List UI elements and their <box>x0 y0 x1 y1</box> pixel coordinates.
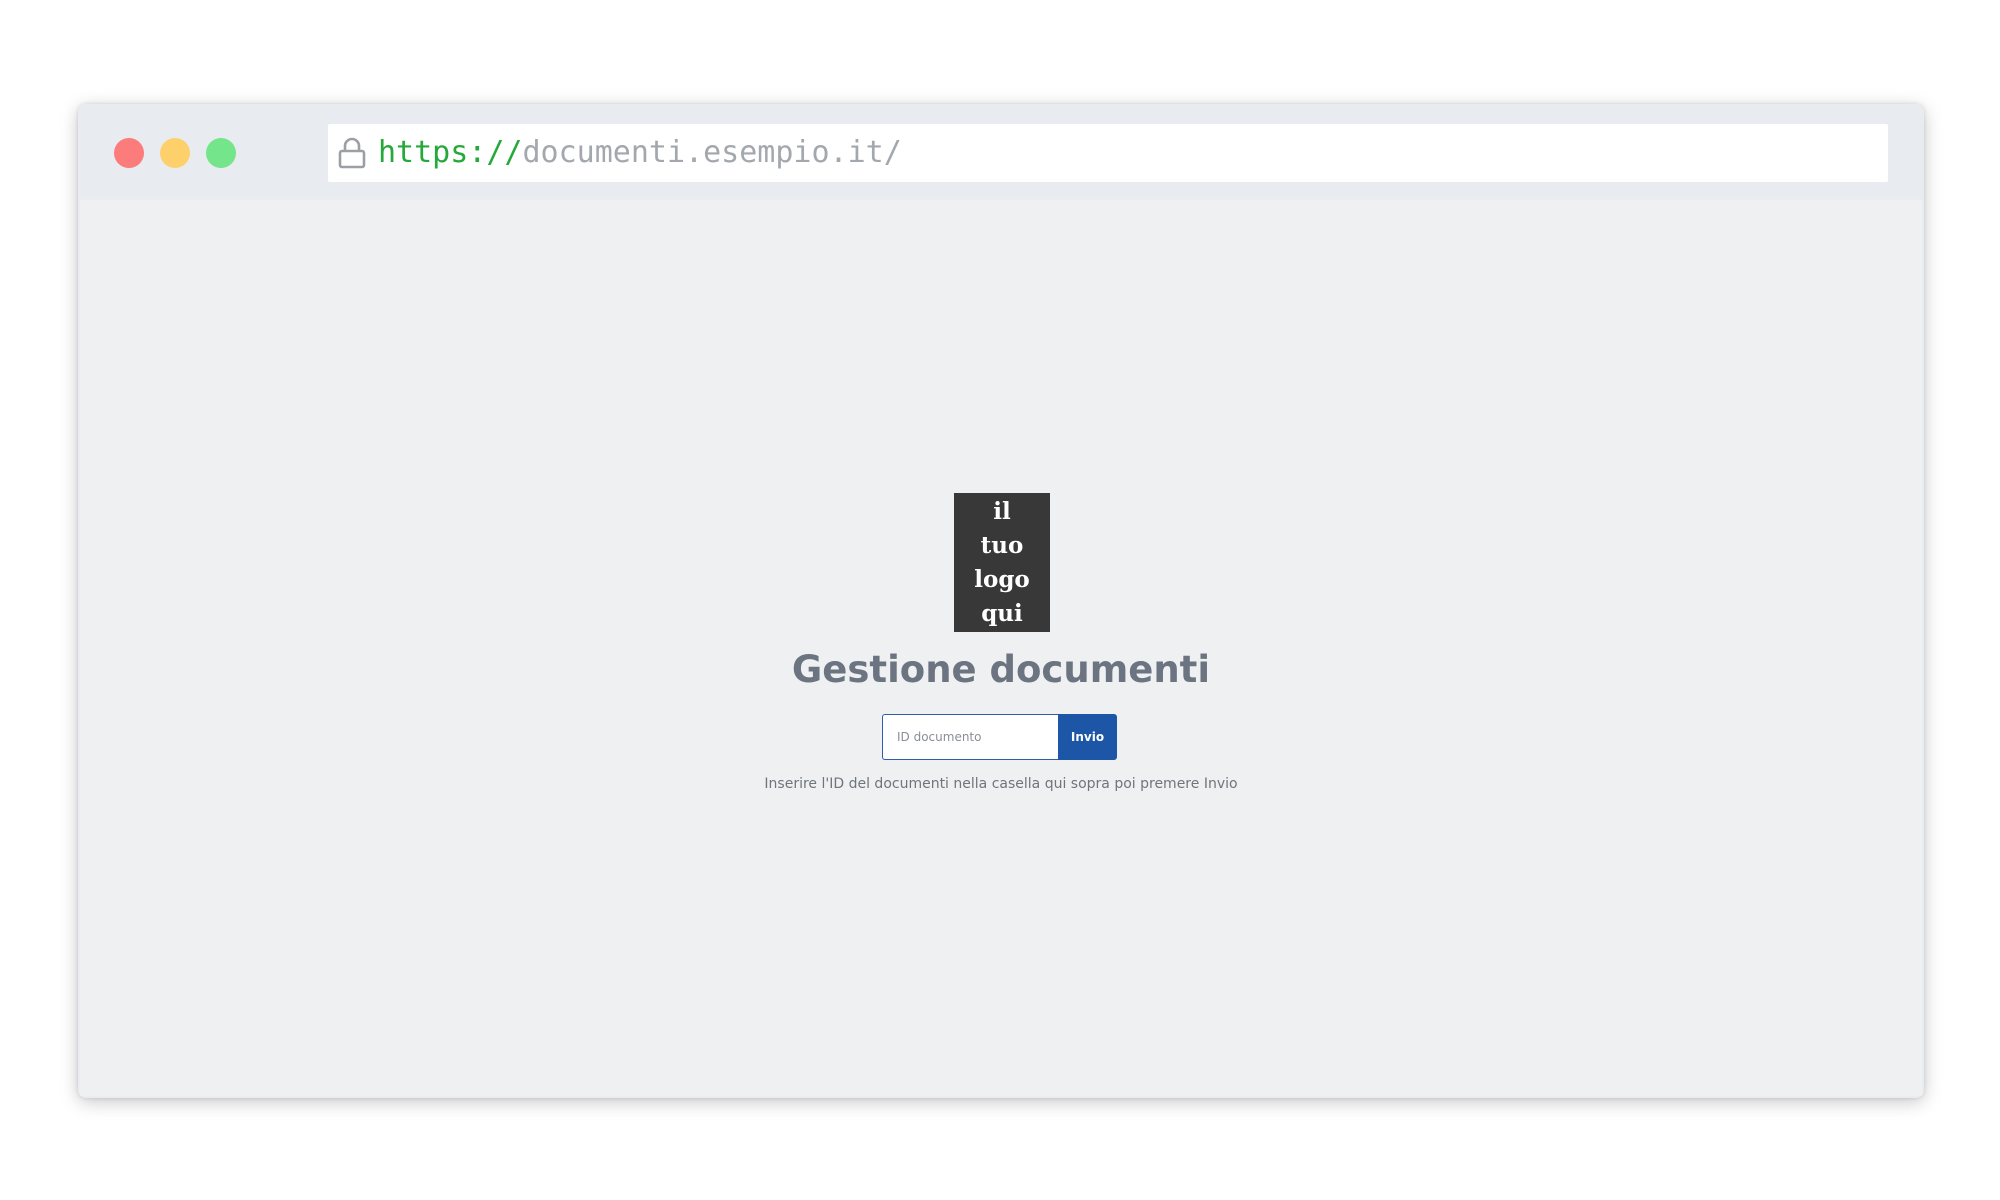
maximize-window-button[interactable] <box>206 138 236 168</box>
browser-window: https://documenti.esempio.it/ il tuo log… <box>78 104 1924 1098</box>
submit-button[interactable]: Invio <box>1058 714 1117 760</box>
page-viewport: il tuo logo qui Gestione documenti Invio… <box>80 200 1922 1096</box>
logo-line: qui <box>981 599 1023 627</box>
url-scheme: https:// <box>378 135 523 170</box>
close-window-button[interactable] <box>114 138 144 168</box>
logo-line: il <box>993 497 1011 525</box>
url-text[interactable]: https://documenti.esempio.it/ <box>378 135 902 171</box>
browser-titlebar: https://documenti.esempio.it/ <box>78 104 1924 198</box>
url-host: documenti.esempio.it/ <box>522 135 902 170</box>
logo-line: logo <box>974 565 1030 593</box>
logo-line: tuo <box>980 531 1024 559</box>
document-search-form: Invio <box>882 714 1117 760</box>
document-id-input[interactable] <box>882 714 1058 760</box>
help-text: Inserire l'ID del documenti nella casell… <box>764 776 1238 792</box>
minimize-window-button[interactable] <box>160 138 190 168</box>
page-title: Gestione documenti <box>791 648 1211 691</box>
logo-placeholder: il tuo logo qui <box>954 493 1050 632</box>
lock-icon <box>338 137 366 169</box>
address-bar[interactable]: https://documenti.esempio.it/ <box>328 124 1888 182</box>
